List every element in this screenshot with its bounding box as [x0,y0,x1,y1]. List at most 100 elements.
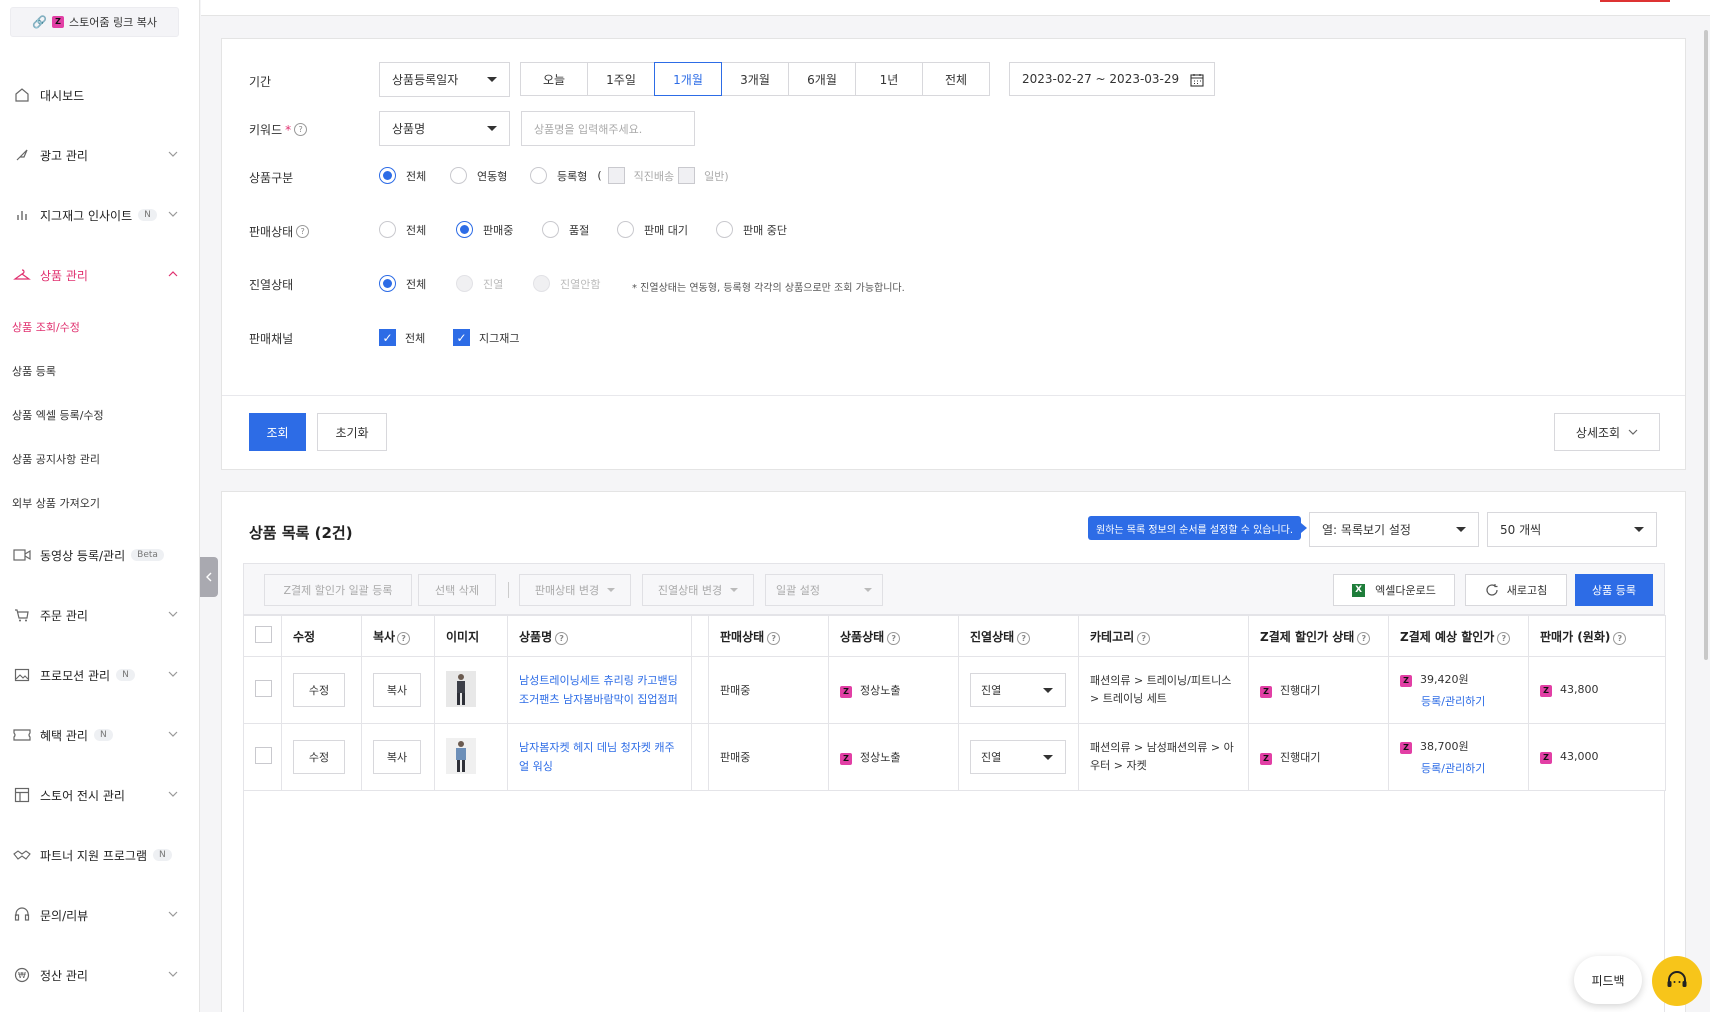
sidebar-item-settlement[interactable]: ₩ 정산 관리 [0,960,200,990]
sidebar-item-orders[interactable]: 주문 관리 [0,600,200,630]
copy-store-link-button[interactable]: 🔗 Z 스토어줌 링크 복사 [10,7,179,37]
detail-search-button[interactable]: 상세조회 [1554,413,1660,451]
sale-radio-stopped[interactable]: 판매 중단 [716,221,787,238]
help-icon[interactable]: ? [1137,631,1151,645]
copy-cell: 복사 [361,723,435,791]
period-1year-button[interactable]: 1년 [855,62,923,96]
sidebar-item-label: 상품 관리 [40,268,88,283]
help-icon[interactable]: ? [397,631,411,645]
chevron-down-icon [168,211,178,217]
display-radio-shown[interactable]: 진열 [456,275,503,292]
row-checkbox[interactable] [255,680,272,697]
type-radio-all[interactable]: 전체 [379,167,426,184]
sidebar-item-store-display[interactable]: 스토어 전시 관리 [0,780,200,810]
refresh-button[interactable]: 새로고침 [1465,574,1567,606]
help-icon[interactable]: ? [294,123,308,136]
type-radio-registered[interactable]: 등록형 ( 직진배송 일반) [530,167,729,184]
sale-radio-selling[interactable]: 판매중 [456,221,513,238]
sidebar-item-benefit[interactable]: 혜택 관리 N [0,720,200,750]
sub-item-product-search[interactable]: 상품 조회/수정 [12,319,80,335]
sidebar-item-insight[interactable]: 지그재그 인사이트 N [0,200,200,230]
display-status-select[interactable]: 진열 [970,673,1066,707]
direct-ship-checkbox[interactable] [607,167,625,184]
product-name-link[interactable]: 남성트레이닝세트 츄리링 카고밴딩조거팬츠 남자봄바람막이 집업점퍼 [519,671,680,709]
support-chat-button[interactable] [1652,956,1702,1006]
select-all-checkbox[interactable] [255,626,272,643]
help-icon[interactable]: ? [296,225,310,238]
zpay-manage-link[interactable]: 등록/관리하기 [1421,760,1517,776]
zpay-status-text: 진행대기 [1280,684,1321,697]
help-icon[interactable]: ? [1017,631,1031,645]
row-checkbox[interactable] [255,747,272,764]
keyword-type-select[interactable]: 상품명 [379,111,510,146]
copy-button[interactable]: 복사 [373,673,421,707]
price-text: 43,000 [1560,750,1599,763]
sub-item-excel-register[interactable]: 상품 엑셀 등록/수정 [12,407,104,423]
display-radio-all[interactable]: 전체 [379,275,426,292]
sub-item-notice[interactable]: 상품 공지사항 관리 [12,451,100,467]
type-radio-linked[interactable]: 연동형 [450,167,507,184]
product-thumbnail[interactable] [446,670,476,707]
product-thumbnail[interactable] [446,737,476,774]
chevron-down-icon [168,151,178,157]
normal-checkbox[interactable] [678,167,696,184]
help-icon[interactable]: ? [767,631,781,645]
sale-radio-waiting[interactable]: 판매 대기 [617,221,688,238]
sub-item-product-register[interactable]: 상품 등록 [12,363,56,379]
product-register-button[interactable]: 상품 등록 [1575,574,1653,606]
period-1month-button[interactable]: 1개월 [654,62,722,96]
chevron-down-icon [1628,429,1638,435]
product-type-label: 상품구분 [249,171,294,185]
column-setting-select[interactable]: 열: 목록보기 설정 [1309,512,1479,547]
help-icon[interactable]: ? [887,631,901,645]
keyword-input[interactable]: 상품명을 입력해주세요. [521,111,695,146]
product-name-link[interactable]: 남자봄자켓 헤지 데님 청자켓 캐주얼 워싱 [519,738,680,776]
bulk-setting-button[interactable]: 일괄 설정 [765,574,883,606]
sidebar-item-ads[interactable]: 광고 관리 [0,140,200,170]
new-badge: N [116,669,135,681]
sale-radio-soldout[interactable]: 품절 [542,221,589,238]
page-scrollbar[interactable] [1704,30,1708,660]
zpay-bulk-register-button[interactable]: Z결제 할인가 일괄 등록 [264,574,412,606]
period-6month-button[interactable]: 6개월 [788,62,856,96]
page-size-select[interactable]: 50 개씩 [1487,512,1657,547]
help-icon[interactable]: ? [1613,631,1627,645]
help-icon[interactable]: ? [555,631,569,645]
sidebar-collapse-button[interactable] [200,557,218,597]
help-icon[interactable]: ? [1497,631,1511,645]
edit-button[interactable]: 수정 [293,673,345,707]
sidebar-item-promotion[interactable]: 프로모션 관리 N [0,660,200,690]
sale-radio-all[interactable]: 전체 [379,221,426,238]
column-order-tooltip: 원하는 목록 정보의 순서를 설정할 수 있습니다. [1088,516,1308,540]
channel-checkbox-zigzag[interactable]: ✓ 지그재그 [453,329,519,346]
display-status-select[interactable]: 진열 [970,740,1066,774]
zpay-manage-link[interactable]: 등록/관리하기 [1421,693,1517,709]
period-3month-button[interactable]: 3개월 [721,62,789,96]
delete-selected-button[interactable]: 선택 삭제 [418,574,496,606]
sidebar-item-video[interactable]: 동영상 등록/관리 Beta [0,540,200,570]
col-edit-label: 수정 [293,629,316,644]
reset-button[interactable]: 초기화 [317,413,387,451]
feedback-button[interactable]: 피드백 [1574,956,1642,1004]
sidebar-item-dashboard[interactable]: 대시보드 [0,80,200,110]
sidebar-item-products[interactable]: 상품 관리 [0,260,200,290]
copy-button[interactable]: 복사 [373,740,421,774]
period-today-button[interactable]: 오늘 [520,62,588,96]
sub-item-import[interactable]: 외부 상품 가져오기 [12,495,100,511]
chevron-down-icon [168,971,178,977]
period-type-select[interactable]: 상품등록일자 [379,62,510,97]
date-range-picker[interactable]: 2023-02-27 ~ 2023-03-29 [1009,62,1215,96]
period-1week-button[interactable]: 1주일 [587,62,655,96]
sidebar-item-partner[interactable]: 파트너 지원 프로그램 N [0,840,200,870]
display-status-change-button[interactable]: 진열상태 변경 [642,574,754,606]
period-all-button[interactable]: 전체 [922,62,990,96]
display-radio-hidden[interactable]: 진열안함 [533,275,600,292]
help-icon[interactable]: ? [1357,631,1371,645]
zpay-price-text: 38,700원 [1420,740,1469,753]
channel-checkbox-all[interactable]: ✓ 전체 [379,329,425,346]
sale-status-change-button[interactable]: 판매상태 변경 [519,574,631,606]
search-button[interactable]: 조회 [249,413,306,451]
excel-download-button[interactable]: X 엑셀다운로드 [1333,574,1455,606]
sidebar-item-inquiry[interactable]: 문의/리뷰 [0,900,200,930]
edit-button[interactable]: 수정 [293,740,345,774]
